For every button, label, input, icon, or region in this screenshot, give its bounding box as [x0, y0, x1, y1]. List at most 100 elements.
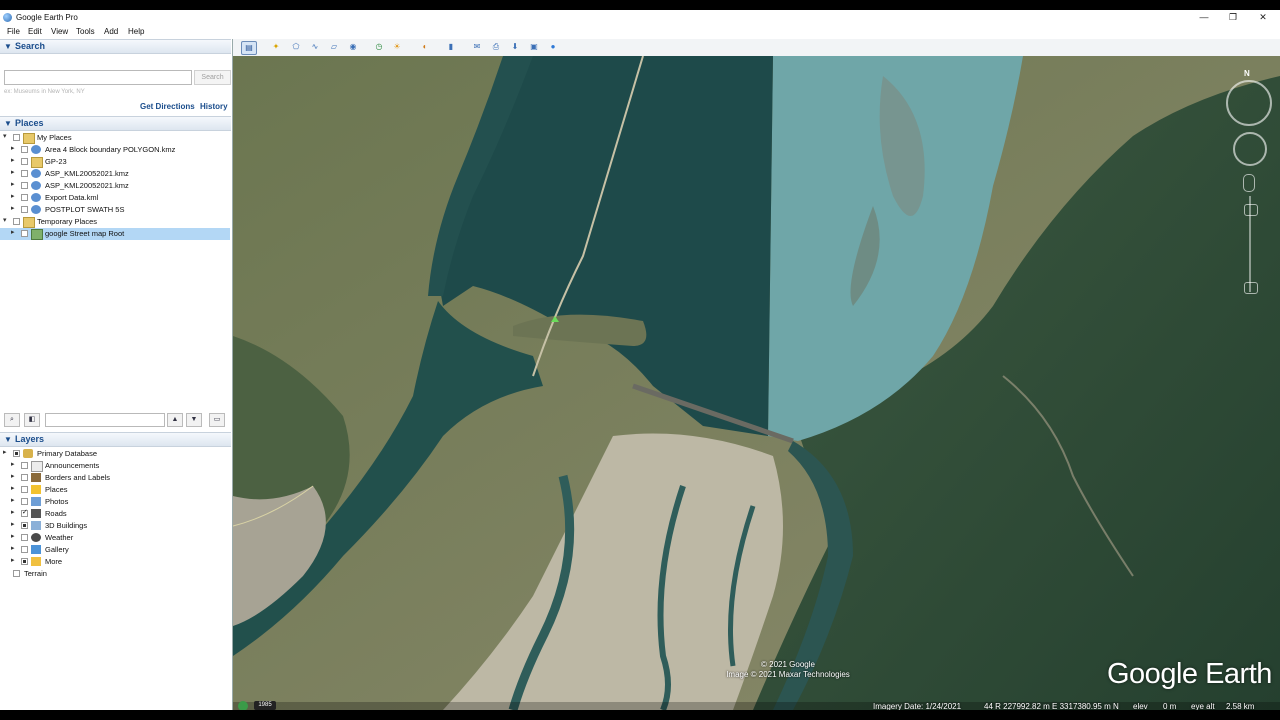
visibility-checkbox[interactable] — [21, 462, 28, 469]
ruler-icon[interactable]: ▮ — [444, 41, 458, 53]
search-input[interactable] — [4, 70, 192, 85]
earth-gallery-icon[interactable]: ● — [546, 41, 560, 53]
tree-item[interactable]: ▸ Roads — [0, 508, 230, 520]
tree-item[interactable]: ▸ Area 4 Block boundary POLYGON.kmz — [0, 144, 230, 156]
expand-triangle-icon[interactable]: ▸ — [11, 144, 15, 152]
tree-item[interactable]: Terrain — [0, 568, 230, 580]
save-image-icon[interactable]: ⬇ — [508, 41, 522, 53]
sidebar-toggle-icon[interactable]: ▤ — [241, 41, 257, 55]
expand-triangle-icon[interactable]: ▸ — [11, 460, 15, 468]
visibility-checkbox[interactable] — [21, 194, 28, 201]
visibility-checkbox[interactable] — [21, 486, 28, 493]
layers-panel-header[interactable]: ▼ Layers — [0, 432, 231, 447]
tree-item[interactable]: ▸ ASP_KML20052021.kmz — [0, 180, 230, 192]
collapse-triangle-icon[interactable]: ▼ — [4, 435, 12, 444]
view-in-maps-icon[interactable]: ▣ — [527, 41, 541, 53]
history-link[interactable]: History — [200, 102, 228, 111]
restore-button[interactable]: ❐ — [1223, 11, 1243, 24]
zoom-in-icon[interactable] — [1244, 204, 1258, 216]
collapse-triangle-icon[interactable]: ▼ — [4, 119, 12, 128]
zoom-out-icon[interactable] — [1244, 282, 1258, 294]
expand-triangle-icon[interactable]: ▸ — [3, 448, 7, 456]
expand-triangle-icon[interactable]: ▸ — [11, 496, 15, 504]
tree-item[interactable]: ▸ Export Data.kml — [0, 192, 230, 204]
visibility-checkbox[interactable] — [21, 534, 28, 541]
places-filter-input[interactable] — [45, 413, 165, 427]
map-view[interactable]: N © 2021 Google Image © 2021 Maxar Techn… — [233, 56, 1280, 710]
get-directions-link[interactable]: Get Directions — [140, 102, 195, 111]
visibility-checkbox[interactable] — [21, 522, 28, 529]
tree-item[interactable]: ▸ GP-23 — [0, 156, 230, 168]
visibility-checkbox[interactable] — [21, 546, 28, 553]
move-down-icon[interactable]: ▼ — [186, 413, 202, 427]
tree-item[interactable]: ▾ Temporary Places — [0, 216, 230, 228]
expand-triangle-icon[interactable]: ▸ — [11, 180, 15, 188]
visibility-checkbox[interactable] — [21, 508, 28, 517]
tree-item[interactable]: ▸ Announcements — [0, 460, 230, 472]
add-folder-icon[interactable]: ▭ — [209, 413, 225, 427]
menu-file[interactable]: File — [7, 27, 20, 36]
tree-item[interactable]: ▾ My Places — [0, 132, 230, 144]
collapse-triangle-icon[interactable]: ▼ — [4, 42, 12, 51]
visibility-checkbox[interactable] — [21, 158, 28, 165]
visibility-checkbox[interactable] — [13, 570, 20, 577]
tree-item[interactable]: ▸ Primary Database — [0, 448, 230, 460]
menu-view[interactable]: View — [51, 27, 68, 36]
expand-triangle-icon[interactable]: ▸ — [11, 472, 15, 480]
expand-triangle-icon[interactable]: ▸ — [11, 204, 15, 212]
tree-item[interactable]: ▸ POSTPLOT SWATH 5S — [0, 204, 230, 216]
visibility-checkbox[interactable] — [21, 474, 28, 481]
places-panel-header[interactable]: ▼ Places — [0, 116, 231, 131]
close-button[interactable]: ✕ — [1253, 11, 1273, 24]
expand-triangle-icon[interactable]: ▸ — [11, 484, 15, 492]
historical-imagery-icon[interactable]: ◷ — [372, 41, 386, 53]
expand-triangle-icon[interactable]: ▸ — [11, 228, 15, 236]
expand-triangle-icon[interactable]: ▸ — [11, 532, 15, 540]
tree-item[interactable]: ▸ google Street map Root — [0, 228, 230, 240]
visibility-checkbox[interactable] — [21, 558, 28, 565]
search-panel-header[interactable]: ▼ Search — [0, 39, 231, 54]
historical-imagery-icon[interactable] — [238, 701, 248, 710]
expand-triangle-icon[interactable]: ▸ — [11, 156, 15, 164]
visibility-checkbox[interactable] — [21, 498, 28, 505]
visibility-checkbox[interactable] — [21, 170, 28, 177]
compass-north[interactable]: N — [1244, 69, 1250, 78]
move-up-icon[interactable]: ▲ — [167, 413, 183, 427]
visibility-checkbox[interactable] — [21, 206, 28, 213]
move-joystick[interactable] — [1233, 132, 1267, 166]
minimize-button[interactable]: — — [1194, 11, 1214, 24]
search-places-icon[interactable]: ⌕ — [4, 413, 20, 427]
split-view-icon[interactable]: ◧ — [24, 413, 40, 427]
expand-triangle-icon[interactable]: ▸ — [11, 520, 15, 528]
visibility-checkbox[interactable] — [21, 230, 28, 237]
collapse-triangle-icon[interactable]: ▾ — [3, 216, 7, 224]
tree-item[interactable]: ▸ Borders and Labels — [0, 472, 230, 484]
visibility-checkbox[interactable] — [13, 134, 20, 141]
print-icon[interactable]: ⎙ — [489, 41, 503, 53]
visibility-checkbox[interactable] — [21, 146, 28, 153]
record-tour-icon[interactable]: ◉ — [346, 41, 360, 53]
expand-triangle-icon[interactable]: ▸ — [11, 508, 15, 516]
tree-item[interactable]: ▸ Places — [0, 484, 230, 496]
add-path-icon[interactable]: ∿ — [308, 41, 322, 53]
menu-add[interactable]: Add — [104, 27, 118, 36]
menu-tools[interactable]: Tools — [76, 27, 95, 36]
expand-triangle-icon[interactable]: ▸ — [11, 556, 15, 564]
planets-icon[interactable]: ◐ — [418, 41, 432, 53]
add-placemark-icon[interactable]: ✦ — [269, 41, 283, 53]
visibility-checkbox[interactable] — [13, 450, 20, 457]
expand-triangle-icon[interactable]: ▸ — [11, 192, 15, 200]
tree-item[interactable]: ▸ Weather — [0, 532, 230, 544]
tree-item[interactable]: ▸ 3D Buildings — [0, 520, 230, 532]
email-icon[interactable]: ✉ — [470, 41, 484, 53]
menu-help[interactable]: Help — [128, 27, 144, 36]
menu-edit[interactable]: Edit — [28, 27, 42, 36]
sunlight-icon[interactable]: ☀ — [390, 41, 404, 53]
expand-triangle-icon[interactable]: ▸ — [11, 168, 15, 176]
expand-triangle-icon[interactable]: ▸ — [11, 544, 15, 552]
image-overlay-icon[interactable]: ▱ — [327, 41, 341, 53]
add-polygon-icon[interactable]: ⬠ — [289, 41, 303, 53]
tree-item[interactable]: ▸ ASP_KML20052021.kmz — [0, 168, 230, 180]
visibility-checkbox[interactable] — [21, 182, 28, 189]
collapse-triangle-icon[interactable]: ▾ — [3, 132, 7, 140]
